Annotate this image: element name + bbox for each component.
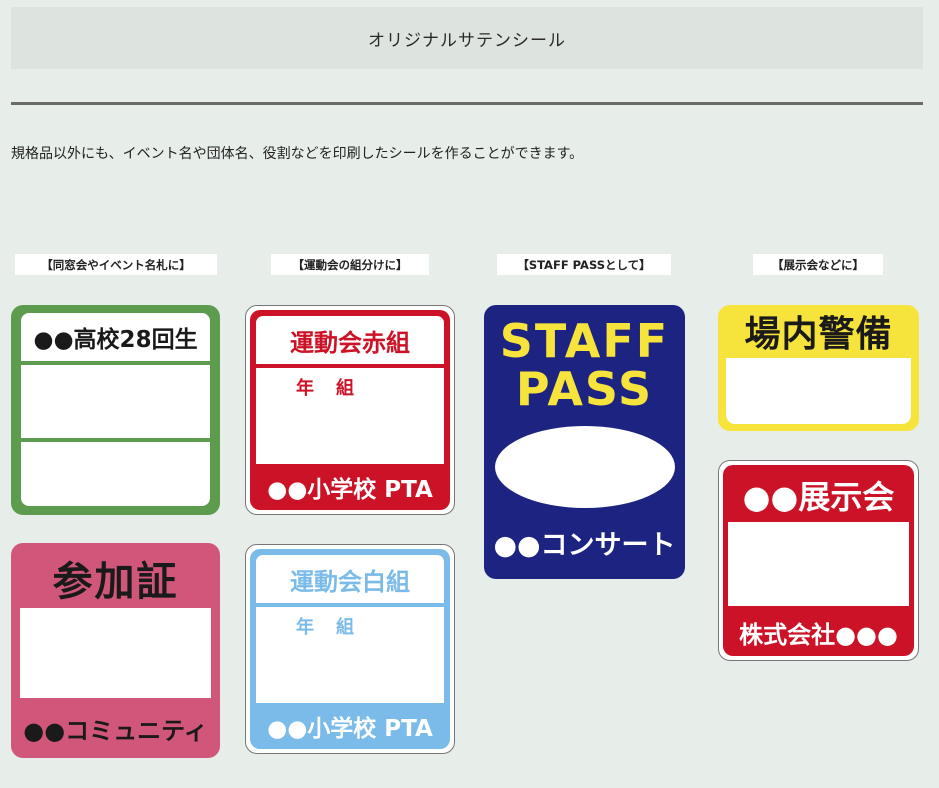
sticker-red-team-grade: 年 組: [296, 378, 356, 399]
sticker-security-field: [726, 358, 911, 424]
sticker-red-team-header: 運動会赤組: [256, 316, 444, 364]
sticker-staff-pass-name-oval: [495, 426, 675, 508]
caption-staff-pass: 【STAFF PASSとして】: [497, 254, 671, 275]
caption-sports-day: 【運動会の組分けに】: [271, 254, 429, 275]
caption-alumni: 【同窓会やイベント名札に】: [15, 254, 217, 275]
sticker-security-header: 場内警備: [744, 314, 893, 355]
sticker-participation-field: [20, 608, 211, 698]
sticker-alumni-field-2: [21, 442, 210, 506]
divider: [11, 102, 923, 105]
sticker-exhibition-field: [728, 522, 909, 606]
page-title: オリジナルサテンシール: [11, 7, 923, 69]
page-description: 規格品以外にも、イベント名や団体名、役割などを印刷したシールを作ることができます…: [11, 146, 584, 162]
sticker-security: 場内警備: [718, 305, 919, 431]
sticker-participation: 参加証 ●●コミュニティ: [11, 543, 220, 758]
sticker-staff-pass-footer: ●●コンサート: [493, 529, 676, 561]
sticker-exhibition-footer: 株式会社●●●: [739, 620, 898, 649]
sticker-alumni: ●●高校28回生: [11, 305, 220, 515]
sticker-alumni-header: ●●高校28回生: [21, 313, 210, 361]
caption-exhibition: 【展示会などに】: [753, 254, 883, 275]
sticker-exhibition: ●●展示会 株式会社●●●: [718, 460, 919, 661]
sticker-participation-header: 参加証: [52, 559, 179, 605]
sticker-alumni-field-1: [21, 365, 210, 438]
sticker-red-team-footer: ●●小学校 PTA: [267, 477, 433, 503]
sticker-white-team-header: 運動会白組: [256, 555, 444, 603]
sticker-white-team: 運動会白組 年 組 ●●小学校 PTA: [245, 544, 455, 754]
sticker-staff-pass-line2: PASS: [515, 362, 654, 416]
sticker-white-team-grade: 年 組: [296, 617, 356, 638]
sticker-staff-pass: STAFF PASS ●●コンサート: [484, 305, 685, 579]
sticker-exhibition-header: ●●展示会: [742, 478, 895, 516]
sticker-participation-footer: ●●コミュニティ: [23, 716, 208, 745]
sticker-red-team: 運動会赤組 年 組 ●●小学校 PTA: [245, 305, 455, 515]
sticker-white-team-footer: ●●小学校 PTA: [267, 716, 433, 742]
